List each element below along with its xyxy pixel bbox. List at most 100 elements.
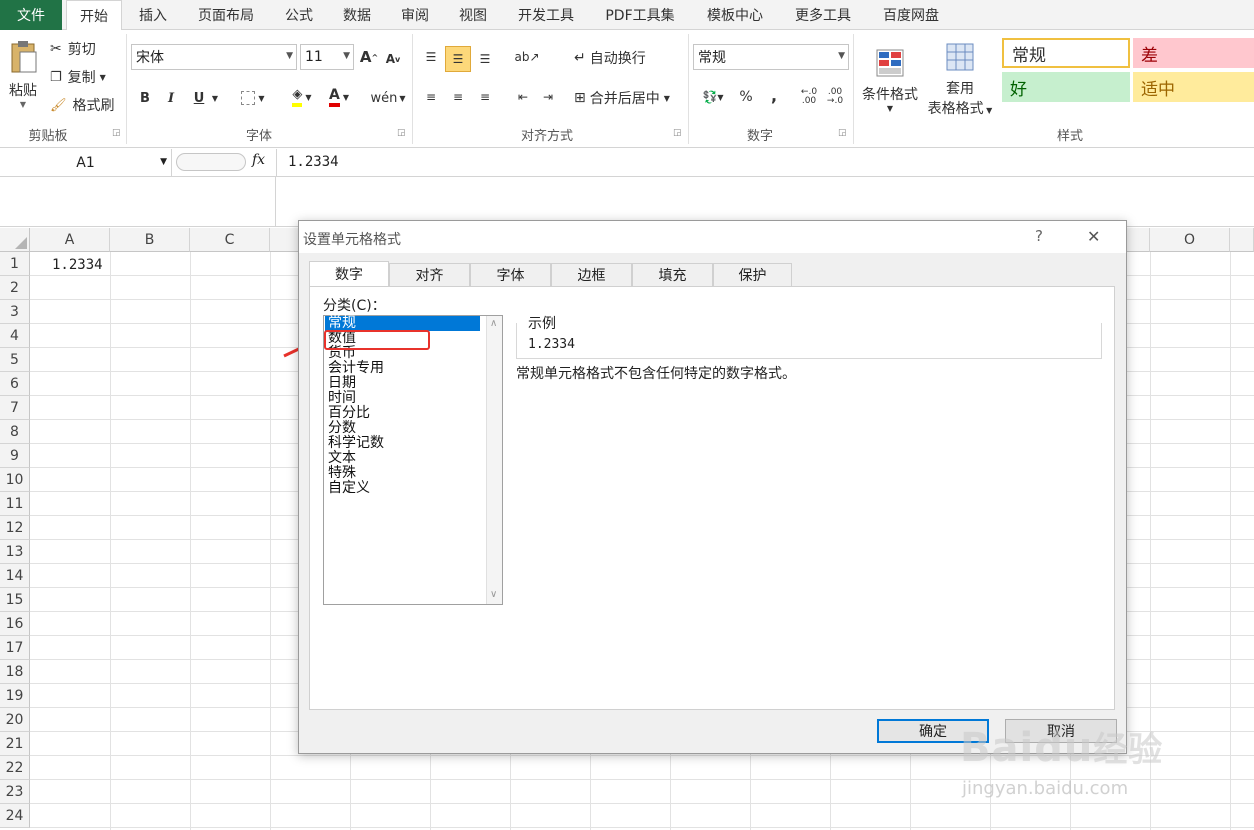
list-item-special[interactable]: 特殊 [328, 466, 356, 481]
tab-view[interactable]: 视图 [450, 0, 496, 30]
list-item-percentage[interactable]: 百分比 [328, 406, 370, 421]
row-header-19[interactable]: 19 [0, 684, 30, 708]
style-neutral[interactable]: 适中 [1133, 72, 1254, 102]
align-right-icon[interactable]: ≡ [474, 86, 496, 108]
tab-page-layout[interactable]: 页面布局 [186, 0, 266, 30]
category-list[interactable]: 常规 数值 货币 会计专用 日期 时间 百分比 分数 科学记数 文本 特殊 自定… [323, 315, 503, 605]
dialog-tab-number[interactable]: 数字 [309, 261, 389, 286]
underline-button[interactable]: U [190, 87, 208, 109]
font-name-combo[interactable]: 宋体 ▼ [131, 44, 297, 70]
dialog-title-bar[interactable]: 设置单元格格式 ? ✕ [299, 221, 1126, 253]
row-header-18[interactable]: 18 [0, 660, 30, 684]
chevron-down-icon[interactable]: ∨ [490, 589, 497, 600]
tab-review[interactable]: 审阅 [392, 0, 438, 30]
dialog-tab-font[interactable]: 字体 [470, 263, 551, 286]
align-bottom-icon[interactable]: ☰ [474, 48, 496, 70]
chevron-down-icon[interactable]: ▼ [210, 90, 220, 106]
grow-font-button[interactable]: A ^ [360, 46, 378, 68]
cell-a1[interactable]: 1.2334 [52, 257, 103, 273]
align-center-icon[interactable]: ≡ [447, 86, 469, 108]
tab-baidu-netdisk[interactable]: 百度网盘 [872, 0, 950, 30]
align-middle-icon[interactable]: ☰ [445, 46, 471, 72]
column-header-a[interactable]: A [30, 228, 110, 252]
tab-pdf-tools[interactable]: PDF工具集 [596, 0, 684, 30]
copy-button[interactable]: ❐ 复制 ▼ [50, 66, 106, 88]
list-item-scientific[interactable]: 科学记数 [328, 436, 384, 451]
conditional-format-button[interactable]: 条件格式 ▼ [858, 36, 922, 124]
percent-button[interactable]: % [736, 86, 756, 108]
row-header-3[interactable]: 3 [0, 300, 30, 324]
close-icon[interactable]: ✕ [1087, 227, 1100, 246]
borders-button[interactable]: ▼ [236, 87, 270, 109]
row-header-10[interactable]: 10 [0, 468, 30, 492]
insert-function-icon[interactable]: fx [252, 152, 265, 168]
italic-button[interactable]: I [162, 87, 180, 109]
phonetic-button[interactable]: wén ▼ [370, 86, 406, 110]
dialog-launcher-icon[interactable]: ◲ [112, 128, 121, 138]
bold-button[interactable]: B [136, 87, 154, 109]
orientation-button[interactable]: ab↗ [512, 46, 542, 68]
row-header-15[interactable]: 15 [0, 588, 30, 612]
format-as-table-button[interactable]: 套用 表格格式 ▼ [922, 36, 998, 124]
decrease-indent-icon[interactable]: ⇤ [512, 86, 534, 108]
help-button[interactable]: ? [1035, 227, 1043, 245]
list-scrollbar[interactable]: ∧ ∨ [486, 316, 502, 604]
list-item-custom[interactable]: 自定义 [328, 481, 370, 496]
dialog-tab-protection[interactable]: 保护 [713, 263, 792, 286]
style-normal[interactable]: 常规 [1002, 38, 1130, 68]
accounting-format-button[interactable]: 💱 ▼ [698, 86, 728, 108]
row-header-1[interactable]: 1 [0, 252, 30, 276]
name-box[interactable]: A1 ▼ [0, 149, 172, 176]
tab-file[interactable]: 文件 [0, 0, 62, 30]
decrease-decimal-button[interactable]: .00 →.0 [824, 86, 846, 108]
style-good[interactable]: 好 [1002, 72, 1130, 102]
row-header-4[interactable]: 4 [0, 324, 30, 348]
dialog-tab-alignment[interactable]: 对齐 [389, 263, 470, 286]
chevron-up-icon[interactable]: ∧ [490, 318, 497, 329]
row-header-13[interactable]: 13 [0, 540, 30, 564]
dialog-launcher-icon[interactable]: ◲ [397, 128, 406, 138]
column-header-c[interactable]: C [190, 228, 270, 252]
increase-decimal-button[interactable]: ←.0 .00 [798, 86, 820, 108]
list-item-fraction[interactable]: 分数 [328, 421, 356, 436]
row-header-23[interactable]: 23 [0, 780, 30, 804]
row-header-16[interactable]: 16 [0, 612, 30, 636]
dialog-tab-fill[interactable]: 填充 [632, 263, 713, 286]
cut-button[interactable]: ✂ 剪切 [50, 38, 96, 60]
row-header-2[interactable]: 2 [0, 276, 30, 300]
row-header-7[interactable]: 7 [0, 396, 30, 420]
row-header-20[interactable]: 20 [0, 708, 30, 732]
number-format-combo[interactable]: 常规 ▼ [693, 44, 849, 70]
tab-formulas[interactable]: 公式 [276, 0, 322, 30]
dialog-launcher-icon[interactable]: ◲ [838, 128, 847, 138]
font-size-combo[interactable]: 11 ▼ [300, 44, 354, 70]
align-left-icon[interactable]: ≡ [420, 86, 442, 108]
row-header-6[interactable]: 6 [0, 372, 30, 396]
column-header-b[interactable]: B [110, 228, 190, 252]
row-header-21[interactable]: 21 [0, 732, 30, 756]
style-bad[interactable]: 差 [1133, 38, 1254, 68]
row-header-22[interactable]: 22 [0, 756, 30, 780]
formula-input[interactable]: 1.2334 [288, 154, 339, 170]
comma-style-button[interactable]: , [764, 84, 784, 106]
paste-button[interactable]: 粘贴 ▼ [4, 34, 42, 114]
increase-indent-icon[interactable]: ⇥ [537, 86, 559, 108]
row-header-5[interactable]: 5 [0, 348, 30, 372]
tab-data[interactable]: 数据 [334, 0, 380, 30]
list-item-accounting[interactable]: 会计专用 [328, 361, 384, 376]
tab-more-tools[interactable]: 更多工具 [784, 0, 862, 30]
row-header-17[interactable]: 17 [0, 636, 30, 660]
row-header-11[interactable]: 11 [0, 492, 30, 516]
list-item-general[interactable]: 常规 [325, 316, 480, 331]
wrap-text-button[interactable]: ↵ 自动换行 [574, 46, 646, 70]
row-header-9[interactable]: 9 [0, 444, 30, 468]
row-header-8[interactable]: 8 [0, 420, 30, 444]
fill-color-button[interactable]: ◈ ▼ [284, 84, 320, 110]
row-header-14[interactable]: 14 [0, 564, 30, 588]
dialog-launcher-icon[interactable]: ◲ [673, 128, 682, 138]
row-header-24[interactable]: 24 [0, 804, 30, 828]
font-color-button[interactable]: A ▼ [322, 84, 356, 110]
tab-developer[interactable]: 开发工具 [506, 0, 586, 30]
list-item-text[interactable]: 文本 [328, 451, 356, 466]
align-top-icon[interactable]: ☰ [420, 46, 442, 68]
